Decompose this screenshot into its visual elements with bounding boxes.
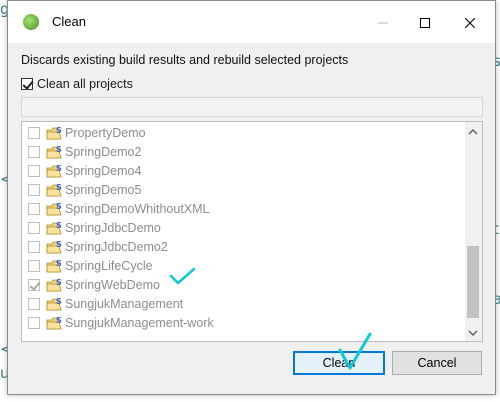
- project-name: SpringJdbcDemo: [65, 221, 161, 235]
- project-checkbox[interactable]: [28, 203, 40, 215]
- project-list-item[interactable]: S PropertyDemo: [22, 124, 462, 143]
- project-checkbox[interactable]: [28, 241, 40, 253]
- disabled-filter-field: [21, 97, 483, 117]
- project-name: SpringDemo4: [65, 164, 142, 178]
- project-folder-icon: S: [46, 201, 64, 218]
- svg-text:S: S: [56, 278, 62, 287]
- svg-text:S: S: [56, 202, 62, 211]
- minimize-icon: [378, 15, 388, 29]
- project-list-item[interactable]: S SungjukManagement-work: [22, 314, 462, 333]
- description-text: Discards existing build results and rebu…: [21, 53, 349, 67]
- cancel-button[interactable]: Cancel: [392, 351, 482, 375]
- project-folder-icon: S: [46, 239, 64, 256]
- project-folder-icon: S: [46, 125, 64, 142]
- scroll-thumb[interactable]: [467, 246, 479, 318]
- project-checkbox[interactable]: [28, 222, 40, 234]
- project-checkbox[interactable]: [28, 146, 40, 158]
- project-list-item[interactable]: S SpringJdbcDemo2: [22, 238, 462, 257]
- vertical-scrollbar[interactable]: [465, 122, 482, 341]
- project-list-item[interactable]: S SpringLifeCycle: [22, 257, 462, 276]
- project-folder-icon: S: [46, 163, 64, 180]
- project-folder-icon: S: [46, 144, 64, 161]
- project-name: SungjukManagement: [65, 297, 184, 311]
- scroll-down-arrow-icon[interactable]: [468, 327, 478, 337]
- project-list-item[interactable]: S SungjukManagement: [22, 295, 462, 314]
- window-title: Clean: [52, 14, 86, 29]
- svg-text:S: S: [56, 297, 62, 306]
- project-checkbox[interactable]: [28, 127, 40, 139]
- maximize-icon: [420, 15, 430, 29]
- clean-dialog: Clean Discards existing build results an…: [7, 0, 496, 395]
- project-folder-icon: S: [46, 182, 64, 199]
- close-icon: [464, 15, 476, 29]
- title-bar[interactable]: Clean: [8, 1, 495, 43]
- project-folder-icon: S: [46, 220, 64, 237]
- dialog-content: Discards existing build results and rebu…: [8, 43, 495, 394]
- project-list[interactable]: S SungjukManagement-work S SungjukManagemen…: [21, 121, 483, 342]
- project-list-item[interactable]: S SpringDemoWhithoutXML: [22, 200, 462, 219]
- svg-text:S: S: [56, 145, 62, 154]
- project-list-item[interactable]: S SpringDemo2: [22, 143, 462, 162]
- clean-all-projects-checkbox[interactable]: [21, 77, 33, 90]
- project-list-item[interactable]: S SpringDemo4: [22, 162, 462, 181]
- project-name: SungjukManagement-work: [65, 316, 214, 330]
- svg-text:S: S: [56, 183, 62, 192]
- project-list-item[interactable]: S SpringDemo5: [22, 181, 462, 200]
- project-checkbox[interactable]: [28, 165, 40, 177]
- project-name: SpringJdbcDemo2: [65, 240, 168, 254]
- clean-button[interactable]: Clean: [293, 351, 385, 375]
- svg-text:S: S: [56, 259, 62, 268]
- project-name: SpringDemo2: [65, 145, 142, 159]
- project-name: SpringDemo5: [65, 183, 142, 197]
- app-icon: [23, 14, 39, 30]
- project-folder-icon: S: [46, 296, 64, 313]
- svg-text:S: S: [56, 164, 62, 173]
- project-folder-icon: S: [46, 258, 64, 275]
- project-checkbox[interactable]: [28, 298, 40, 310]
- svg-text:S: S: [56, 126, 62, 135]
- clean-all-projects-label: Clean all projects: [37, 76, 133, 91]
- project-name: SpringDemoWhithoutXML: [65, 202, 210, 216]
- maximize-button[interactable]: [410, 9, 440, 35]
- project-list-item[interactable]: S SpringWebDemo: [22, 276, 462, 295]
- project-list-item[interactable]: S SpringJdbcDemo: [22, 219, 462, 238]
- close-button[interactable]: [455, 9, 485, 35]
- scroll-up-arrow-icon[interactable]: [468, 126, 478, 136]
- project-checkbox[interactable]: [28, 260, 40, 272]
- project-checkbox[interactable]: [28, 317, 40, 329]
- project-name: PropertyDemo: [65, 126, 146, 140]
- project-checkbox[interactable]: [28, 279, 40, 291]
- minimize-button[interactable]: [368, 9, 398, 35]
- clean-all-projects-row[interactable]: Clean all projects: [21, 76, 133, 92]
- project-checkbox[interactable]: [28, 184, 40, 196]
- project-name: SpringLifeCycle: [65, 259, 153, 273]
- project-name: SpringWebDemo: [65, 278, 160, 292]
- project-folder-icon: S: [46, 315, 64, 332]
- project-folder-icon: S: [46, 277, 64, 294]
- svg-text:S: S: [56, 316, 62, 325]
- svg-text:S: S: [56, 240, 62, 249]
- svg-text:S: S: [56, 221, 62, 230]
